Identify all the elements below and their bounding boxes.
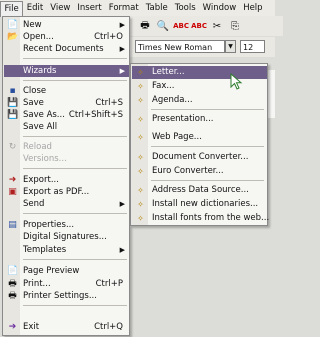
- autospellcheck-icon[interactable]: ABC: [191, 19, 207, 33]
- menu-item-digital-signatures[interactable]: Digital Signatures...: [4, 231, 129, 243]
- spellcheck-icon[interactable]: ABC: [173, 19, 189, 33]
- wizard-item-presentation[interactable]: ✧ Presentation...: [132, 113, 267, 126]
- wizards-submenu: ✧ Letter... ✧ Fax... ✧ Agenda... ✧ Prese…: [130, 63, 269, 226]
- wizard-item-euro-converter[interactable]: ✧ Euro Converter...: [132, 165, 267, 178]
- open-folder-icon: 📂: [7, 32, 19, 42]
- file-menu: 📄 New ▶ 📂 Open... Ctrl+O Recent Document…: [2, 16, 130, 336]
- menu-item-new[interactable]: 📄 New ▶: [4, 19, 129, 31]
- menu-bar: File Edit View Insert Format Table Tools…: [0, 0, 275, 17]
- new-document-icon: 📄: [7, 20, 19, 30]
- menu-item-printer-settings[interactable]: 🖶 Printer Settings...: [4, 290, 129, 302]
- menu-tools[interactable]: Tools: [171, 0, 199, 16]
- menu-item-page-preview[interactable]: 📄 Page Preview: [4, 265, 129, 277]
- menu-help[interactable]: Help: [240, 0, 266, 16]
- exit-icon: ➔: [8, 322, 17, 332]
- menu-separator: [23, 213, 127, 214]
- wizard-wand-icon: ✧: [137, 186, 144, 195]
- wizard-wand-icon: ✧: [137, 167, 144, 176]
- wizard-item-install-fonts[interactable]: ✧ Install fonts from the web...: [132, 212, 269, 225]
- menu-item-send[interactable]: Send ▶: [4, 198, 129, 210]
- menu-window[interactable]: Window: [199, 0, 240, 16]
- wizard-item-fax[interactable]: ✧ Fax...: [132, 80, 267, 93]
- font-name-dropdown-icon[interactable]: ▼: [225, 40, 236, 53]
- wizard-item-install-dictionaries[interactable]: ✧ Install new dictionaries...: [132, 198, 267, 211]
- wizard-item-address-data-source[interactable]: ✧ Address Data Source...: [132, 184, 267, 197]
- menu-item-close[interactable]: ▪ Close: [4, 85, 129, 97]
- cut-icon[interactable]: ✂: [210, 19, 224, 33]
- menu-view[interactable]: View: [47, 0, 74, 16]
- wizard-wand-icon: ✧: [137, 68, 144, 77]
- font-name-combo[interactable]: Times New Roman: [135, 40, 225, 53]
- wizard-wand-icon: ✧: [137, 96, 144, 105]
- submenu-arrow-icon: ▶: [119, 246, 125, 254]
- menu-table[interactable]: Table: [142, 0, 171, 16]
- menu-item-open[interactable]: 📂 Open... Ctrl+O: [4, 31, 129, 43]
- wizard-item-agenda[interactable]: ✧ Agenda...: [132, 94, 267, 107]
- page-preview-icon: 📄: [7, 266, 19, 276]
- print-icon[interactable]: 🖶: [138, 19, 152, 33]
- menu-format[interactable]: Format: [105, 0, 142, 16]
- properties-icon: ▤: [8, 220, 17, 230]
- wizard-wand-icon: ✧: [137, 214, 144, 223]
- menu-item-export[interactable]: ➜ Export...: [4, 174, 129, 186]
- menu-separator: [23, 80, 127, 81]
- wizard-item-document-converter[interactable]: ✧ Document Converter...: [132, 151, 267, 164]
- menu-item-properties[interactable]: ▤ Properties...: [4, 219, 129, 231]
- reload-icon: ↻: [8, 142, 17, 152]
- menu-separator: [151, 109, 264, 110]
- menu-file[interactable]: File: [0, 0, 24, 17]
- menu-item-save-as[interactable]: 💾 Save As... Ctrl+Shift+S: [4, 109, 129, 121]
- print-preview-icon[interactable]: 🔍: [156, 19, 170, 33]
- wizard-wand-icon: ✧: [137, 153, 144, 162]
- menu-item-save-all[interactable]: Save All: [4, 121, 129, 133]
- submenu-arrow-icon: ▶: [119, 67, 125, 75]
- font-size-combo[interactable]: 12: [240, 40, 265, 53]
- menu-separator: [23, 168, 127, 169]
- menu-edit[interactable]: Edit: [23, 0, 46, 16]
- export-icon: ➜: [8, 175, 17, 185]
- menu-item-reload[interactable]: ↻ Reload: [4, 141, 129, 153]
- standard-toolbar: 🖶 🔍 ABC ABC ✂ ⎘: [130, 16, 283, 36]
- wizard-item-letter[interactable]: ✧ Letter...: [132, 66, 267, 79]
- wizard-wand-icon: ✧: [137, 200, 144, 209]
- menu-separator: [23, 58, 127, 59]
- print-icon: 🖶: [8, 279, 17, 289]
- save-icon: 💾: [7, 98, 19, 108]
- menu-separator: [23, 305, 127, 306]
- wizard-item-web-page[interactable]: ✧ Web Page...: [132, 131, 267, 144]
- wizard-wand-icon: ✧: [137, 82, 144, 91]
- menu-item-wizards[interactable]: Wizards ▶: [4, 65, 129, 77]
- menu-separator: [151, 180, 264, 181]
- menu-insert[interactable]: Insert: [74, 0, 105, 16]
- menu-item-versions[interactable]: Versions...: [4, 153, 129, 165]
- formatting-toolbar: Times New Roman ▼ 12: [130, 37, 275, 57]
- menu-separator: [23, 259, 127, 260]
- menu-item-templates[interactable]: Templates ▶: [4, 244, 129, 256]
- mouse-cursor-icon: [230, 73, 243, 90]
- printer-settings-icon: 🖶: [8, 291, 17, 301]
- wizard-wand-icon: ✧: [137, 115, 144, 124]
- menu-item-save[interactable]: 💾 Save Ctrl+S: [4, 97, 129, 109]
- menu-item-exit[interactable]: ➔ Exit Ctrl+Q: [4, 321, 129, 333]
- menu-item-recent-documents[interactable]: Recent Documents ▶: [4, 43, 129, 55]
- copy-icon[interactable]: ⎘: [228, 19, 242, 33]
- menu-item-export-pdf[interactable]: ▣ Export as PDF...: [4, 186, 129, 198]
- pdf-icon: ▣: [8, 187, 17, 197]
- close-icon: ▪: [9, 86, 16, 96]
- wizard-wand-icon: ✧: [137, 133, 144, 142]
- submenu-arrow-icon: ▶: [119, 21, 125, 29]
- menu-separator: [151, 146, 264, 147]
- submenu-arrow-icon: ▶: [119, 200, 125, 208]
- menu-separator: [23, 136, 127, 137]
- menu-item-print[interactable]: 🖶 Print... Ctrl+P: [4, 278, 129, 290]
- submenu-arrow-icon: ▶: [119, 45, 125, 53]
- save-as-icon: 💾: [7, 110, 19, 120]
